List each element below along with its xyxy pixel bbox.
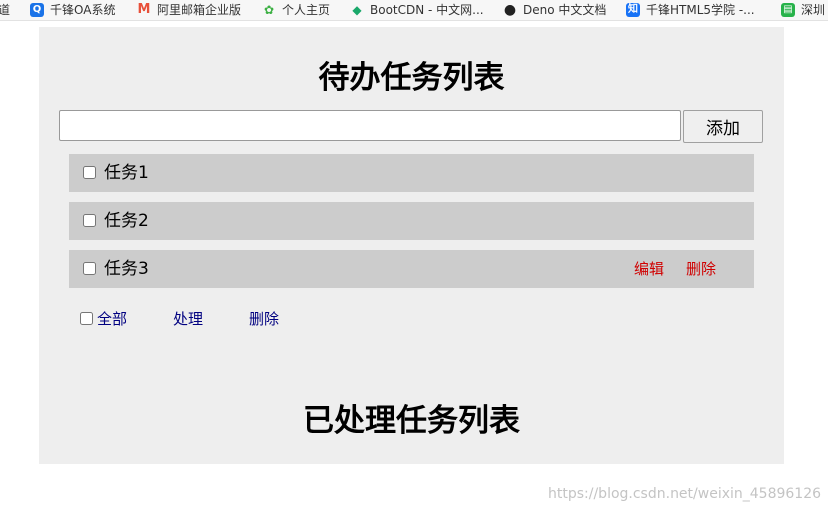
bookmark-item-fragment[interactable]: 道 [0, 0, 10, 20]
bookmark-label: 阿里邮箱企业版 [157, 3, 242, 17]
qianfeng-oa-icon: Q [30, 3, 44, 17]
bookmark-item-qianfeng-html5[interactable]: 知 千锋HTML5学院 -... [626, 0, 755, 20]
watermark-text: https://blog.csdn.net/weixin_45896126 [548, 486, 822, 502]
edit-task-link[interactable]: 编辑 [634, 260, 664, 278]
task-label: 任务3 [104, 259, 149, 279]
bookmark-item-ali-mail[interactable]: M 阿里邮箱企业版 [137, 0, 241, 20]
bookmark-label: 个人主页 [282, 3, 331, 17]
zhihu-icon: 知 [626, 3, 640, 17]
bookmark-label: BootCDN - 中文网... [370, 3, 484, 17]
deno-icon: ● [503, 2, 517, 18]
new-task-input[interactable] [59, 110, 681, 141]
bookmark-label: 千锋OA系统 [50, 3, 116, 17]
task-checkbox[interactable] [83, 214, 96, 227]
task-label: 任务1 [104, 163, 149, 183]
bookmark-label: 千锋HTML5学院 -... [646, 3, 755, 17]
sprout-icon: ✿ [263, 3, 275, 17]
select-all-checkbox[interactable] [80, 312, 93, 325]
todo-title: 待办任务列表 [318, 60, 505, 96]
bookmark-label: 深圳 [801, 3, 826, 17]
ali-mail-icon: M [137, 2, 151, 17]
bookmark-label: 道 [0, 1, 10, 19]
delete-selected-link[interactable]: 删除 [249, 310, 279, 328]
bookmark-label: Deno 中文文档 [523, 3, 607, 17]
task-row-hovered: 任务3 编辑 删除 [69, 250, 754, 288]
delete-task-link[interactable]: 删除 [686, 260, 716, 278]
task-checkbox[interactable] [83, 166, 96, 179]
task-label: 任务2 [104, 211, 149, 231]
task-row: 任务2 [69, 202, 754, 240]
select-all-link[interactable]: 全部 [97, 310, 127, 328]
todo-panel: 待办任务列表 添加 任务1 任务2 任务3 编辑 删除 全部 处理 删除 已处理… [39, 27, 784, 464]
process-selected-link[interactable]: 处理 [173, 310, 203, 328]
bookmark-item-qianfeng-oa[interactable]: Q 千锋OA系统 [30, 0, 115, 20]
done-title: 已处理任务列表 [303, 403, 520, 439]
task-row: 任务1 [69, 154, 754, 192]
bookmark-item-deno[interactable]: ● Deno 中文文档 [503, 0, 607, 20]
bookmark-item-homepage[interactable]: ✿ 个人主页 [262, 0, 330, 20]
task-checkbox[interactable] [83, 262, 96, 275]
add-button[interactable]: 添加 [683, 110, 763, 143]
bootcdn-icon: ◆ [352, 3, 362, 17]
bookmark-item-shenzhen[interactable]: ▤ 深圳 [781, 0, 825, 20]
bookmark-item-bootcdn[interactable]: ◆ BootCDN - 中文网... [350, 0, 484, 20]
green-doc-icon: ▤ [781, 3, 795, 17]
bookmarks-bar: 道 Q 千锋OA系统 M 阿里邮箱企业版 ✿ 个人主页 ◆ BootCDN - … [0, 0, 828, 21]
